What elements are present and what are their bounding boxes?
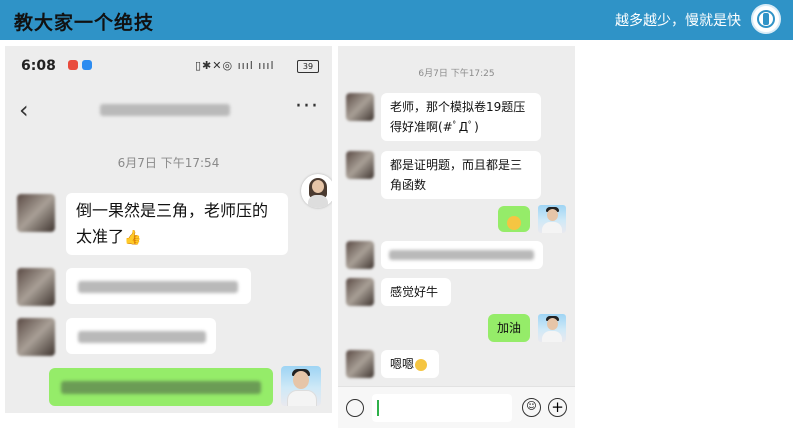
emoji-icon (507, 215, 521, 230)
school-logo-icon (751, 4, 781, 34)
chat-input-bar: ☺ + (338, 386, 575, 428)
message-bubble[interactable]: 老师，那个模拟卷19题压得好准啊(#ﾟДﾟ) (381, 93, 541, 141)
sender-avatar[interactable] (17, 318, 55, 356)
app-notification-icon (68, 60, 78, 70)
floating-avatar[interactable] (301, 174, 332, 208)
status-bar: 6:08 ▯✱✕◎ ıııl ıııl 39 (5, 46, 332, 86)
chat-timestamp: 6月7日 下午17:54 (117, 156, 220, 170)
message-text: 加油 (497, 321, 522, 335)
message-bubble[interactable]: 加油 (488, 314, 530, 342)
blurred-contact-name (100, 104, 230, 116)
blurred-message-bubble[interactable] (49, 368, 273, 406)
thumbs-up-icon: 👍 (124, 230, 142, 246)
message-bubble[interactable]: 感觉好牛 (381, 278, 451, 306)
message-text: 老师，那个模拟卷19题压得好准啊(#ﾟДﾟ) (390, 100, 526, 134)
add-attachment-icon[interactable]: + (548, 398, 567, 417)
teacher-avatar[interactable] (281, 366, 321, 406)
teacher-avatar[interactable] (538, 314, 566, 342)
sender-avatar[interactable] (346, 93, 374, 121)
message-text: 都是证明题，而且都是三角函数 (390, 158, 523, 192)
sender-avatar[interactable] (346, 241, 374, 269)
message-bubble[interactable]: 倒一果然是三角，老师压的太准了👍 (66, 193, 288, 255)
header-bar: 教大家一个绝技 越多越少，慢就是快 (0, 0, 793, 40)
message-bubble[interactable]: 嗯嗯 (381, 350, 439, 378)
left-chat-screenshot: 6:08 ▯✱✕◎ ıııl ıııl 39 ‹ ··· 6月7日 下午17:5… (5, 46, 332, 413)
sender-avatar[interactable] (17, 194, 55, 232)
sender-avatar[interactable] (17, 268, 55, 306)
chat-nav-bar: ‹ ··· (5, 92, 332, 132)
message-bubble[interactable]: 都是证明题，而且都是三角函数 (381, 151, 541, 199)
blurred-message-bubble[interactable] (381, 241, 543, 269)
sender-avatar[interactable] (346, 151, 374, 179)
signal-icons: ▯✱✕◎ ıııl ıııl (195, 59, 275, 72)
emoji-bubble[interactable] (498, 206, 530, 232)
page-title: 教大家一个绝技 (14, 12, 155, 34)
message-input[interactable] (372, 394, 512, 422)
blurred-message-bubble[interactable] (66, 318, 216, 354)
message-text: 感觉好牛 (390, 285, 439, 299)
status-time: 6:08 (21, 58, 56, 74)
message-text: 倒一果然是三角，老师压的太准了 (76, 201, 269, 246)
more-options-icon[interactable]: ··· (295, 94, 319, 119)
app-notification-icon (82, 60, 92, 70)
voice-input-icon[interactable] (346, 399, 364, 417)
blurred-message-bubble[interactable] (66, 268, 251, 304)
message-text: 嗯嗯 (390, 357, 415, 371)
emoji-picker-icon[interactable]: ☺ (522, 398, 541, 417)
battery-indicator: 39 (297, 60, 319, 73)
slogan-text: 越多越少，慢就是快 (615, 13, 741, 29)
chat-timestamp: 6月7日 下午17:25 (418, 69, 495, 79)
emoji-icon (415, 358, 428, 371)
sender-avatar[interactable] (346, 278, 374, 306)
back-arrow-icon[interactable]: ‹ (19, 96, 29, 124)
right-chat-screenshot: 6月7日 下午17:25 老师，那个模拟卷19题压得好准啊(#ﾟДﾟ) 都是证明… (338, 46, 575, 428)
teacher-avatar[interactable] (538, 205, 566, 233)
sender-avatar[interactable] (346, 350, 374, 378)
